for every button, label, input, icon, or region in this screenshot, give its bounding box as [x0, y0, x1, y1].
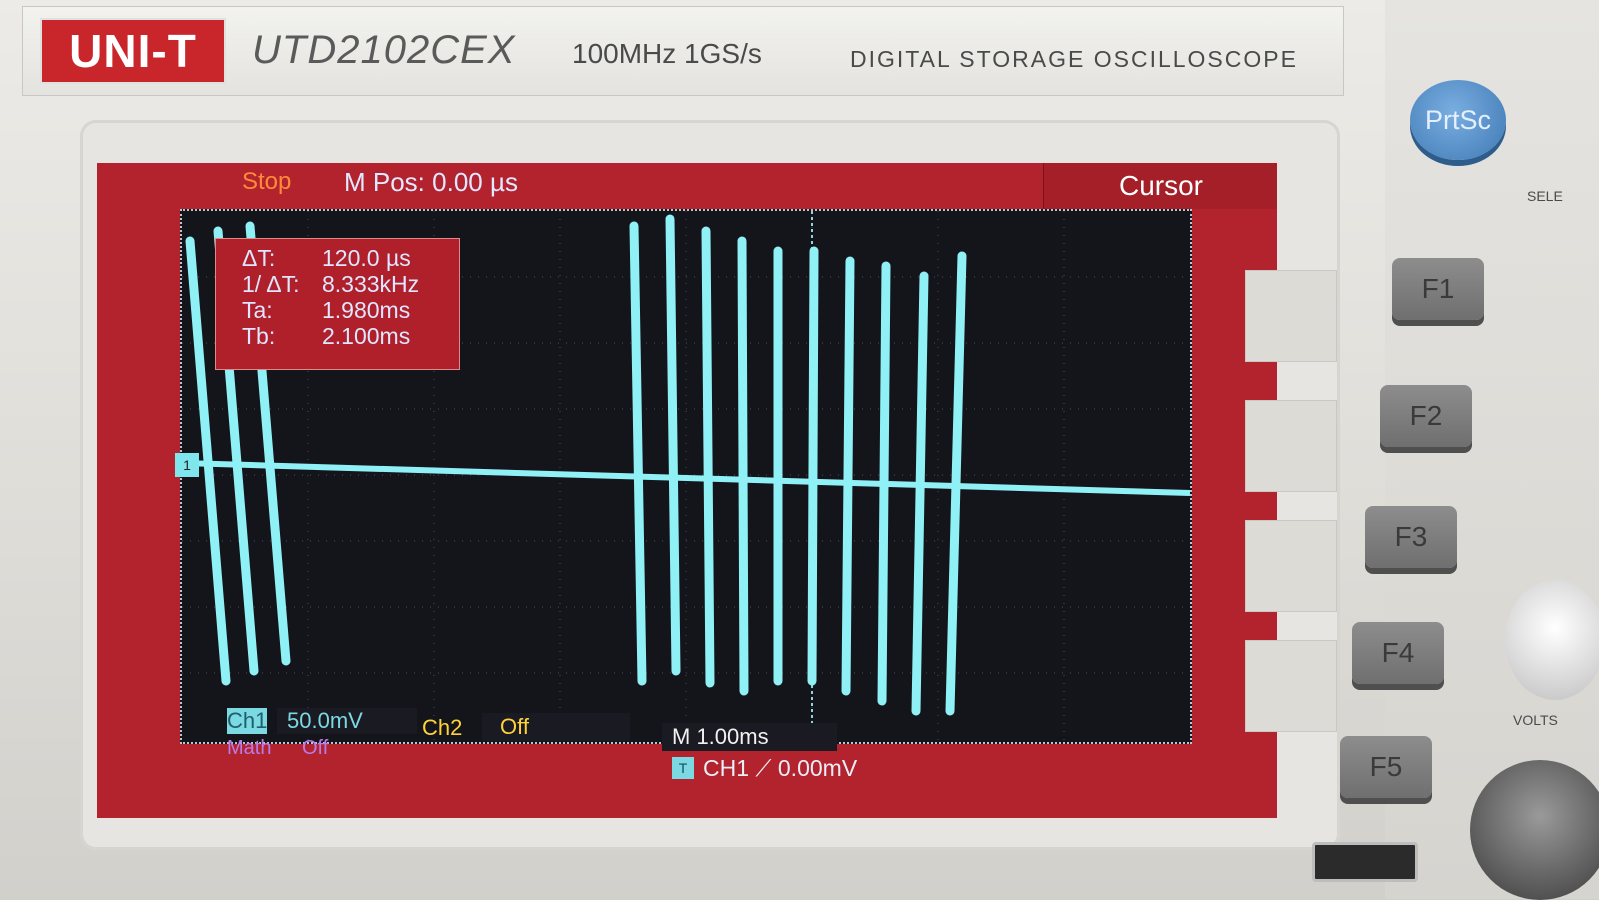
math-state: Off [302, 737, 329, 759]
ch1-scale: 50.0mV [277, 708, 417, 734]
channel1-level-marker[interactable]: 1 [175, 453, 199, 477]
f5-button[interactable]: F5 [1340, 736, 1432, 798]
model-name: UTD2102CEX [252, 28, 516, 72]
measurement-label: Tb: [242, 323, 276, 349]
brand-logo: UNI-T [40, 18, 226, 84]
select-label: SELE [1527, 188, 1563, 204]
f3-button[interactable]: F3 [1365, 506, 1457, 568]
measurement-label: Ta: [242, 297, 273, 323]
measurement-value: 1.980ms [322, 297, 411, 323]
prtsc-button[interactable]: PrtSc [1410, 80, 1506, 160]
volts-knob[interactable] [1505, 580, 1599, 700]
measurement-value: 2.100ms [322, 323, 411, 349]
bnc-connector[interactable] [1470, 760, 1599, 900]
usb-port[interactable] [1312, 842, 1418, 882]
measurement-tb: Tb: 2.100ms [242, 323, 459, 349]
softkey-tab [1245, 270, 1337, 362]
model-spec: 100MHz 1GS/s [572, 38, 762, 69]
math-label: Math [227, 737, 272, 759]
f4-button[interactable]: F4 [1352, 622, 1444, 684]
ch2-label: Ch2 [422, 715, 463, 740]
menu-title: Cursor [1043, 163, 1277, 209]
cursor-measurement-panel: ΔT: 120.0 µs 1/ ΔT: 8.333kHz Ta: 1.980ms… [215, 238, 460, 370]
device-description: DIGITAL STORAGE OSCILLOSCOPE [850, 46, 1298, 72]
measurement-label: 1/ ΔT: [242, 271, 300, 297]
trigger-settings: CH1 ⟋ 0.00mV [703, 755, 858, 781]
trigger-icon: T [672, 757, 694, 779]
scope-screen: Stop M Pos: 0.00 µs Cursor ΔT: 120.0 µs … [97, 163, 1277, 818]
softkey-tab [1245, 520, 1337, 612]
measurement-value: 120.0 µs [322, 245, 411, 271]
run-state: Stop [242, 168, 292, 195]
measurement-ta: Ta: 1.980ms [242, 297, 459, 323]
f1-button[interactable]: F1 [1392, 258, 1484, 320]
ch1-label: Ch1 [227, 708, 268, 734]
horizontal-position: M Pos: 0.00 µs [344, 167, 518, 197]
measurement-delta-t: ΔT: 120.0 µs [242, 245, 459, 271]
measurement-frequency: 1/ ΔT: 8.333kHz [242, 271, 459, 297]
f2-button[interactable]: F2 [1380, 385, 1472, 447]
softkey-tab [1245, 640, 1337, 732]
timebase: M 1.00ms [662, 723, 837, 751]
measurement-label: ΔT: [242, 245, 276, 271]
measurement-value: 8.333kHz [322, 271, 420, 297]
volts-label: VOLTS [1513, 712, 1558, 728]
ch2-state: Off [482, 713, 630, 741]
softkey-tab [1245, 400, 1337, 492]
